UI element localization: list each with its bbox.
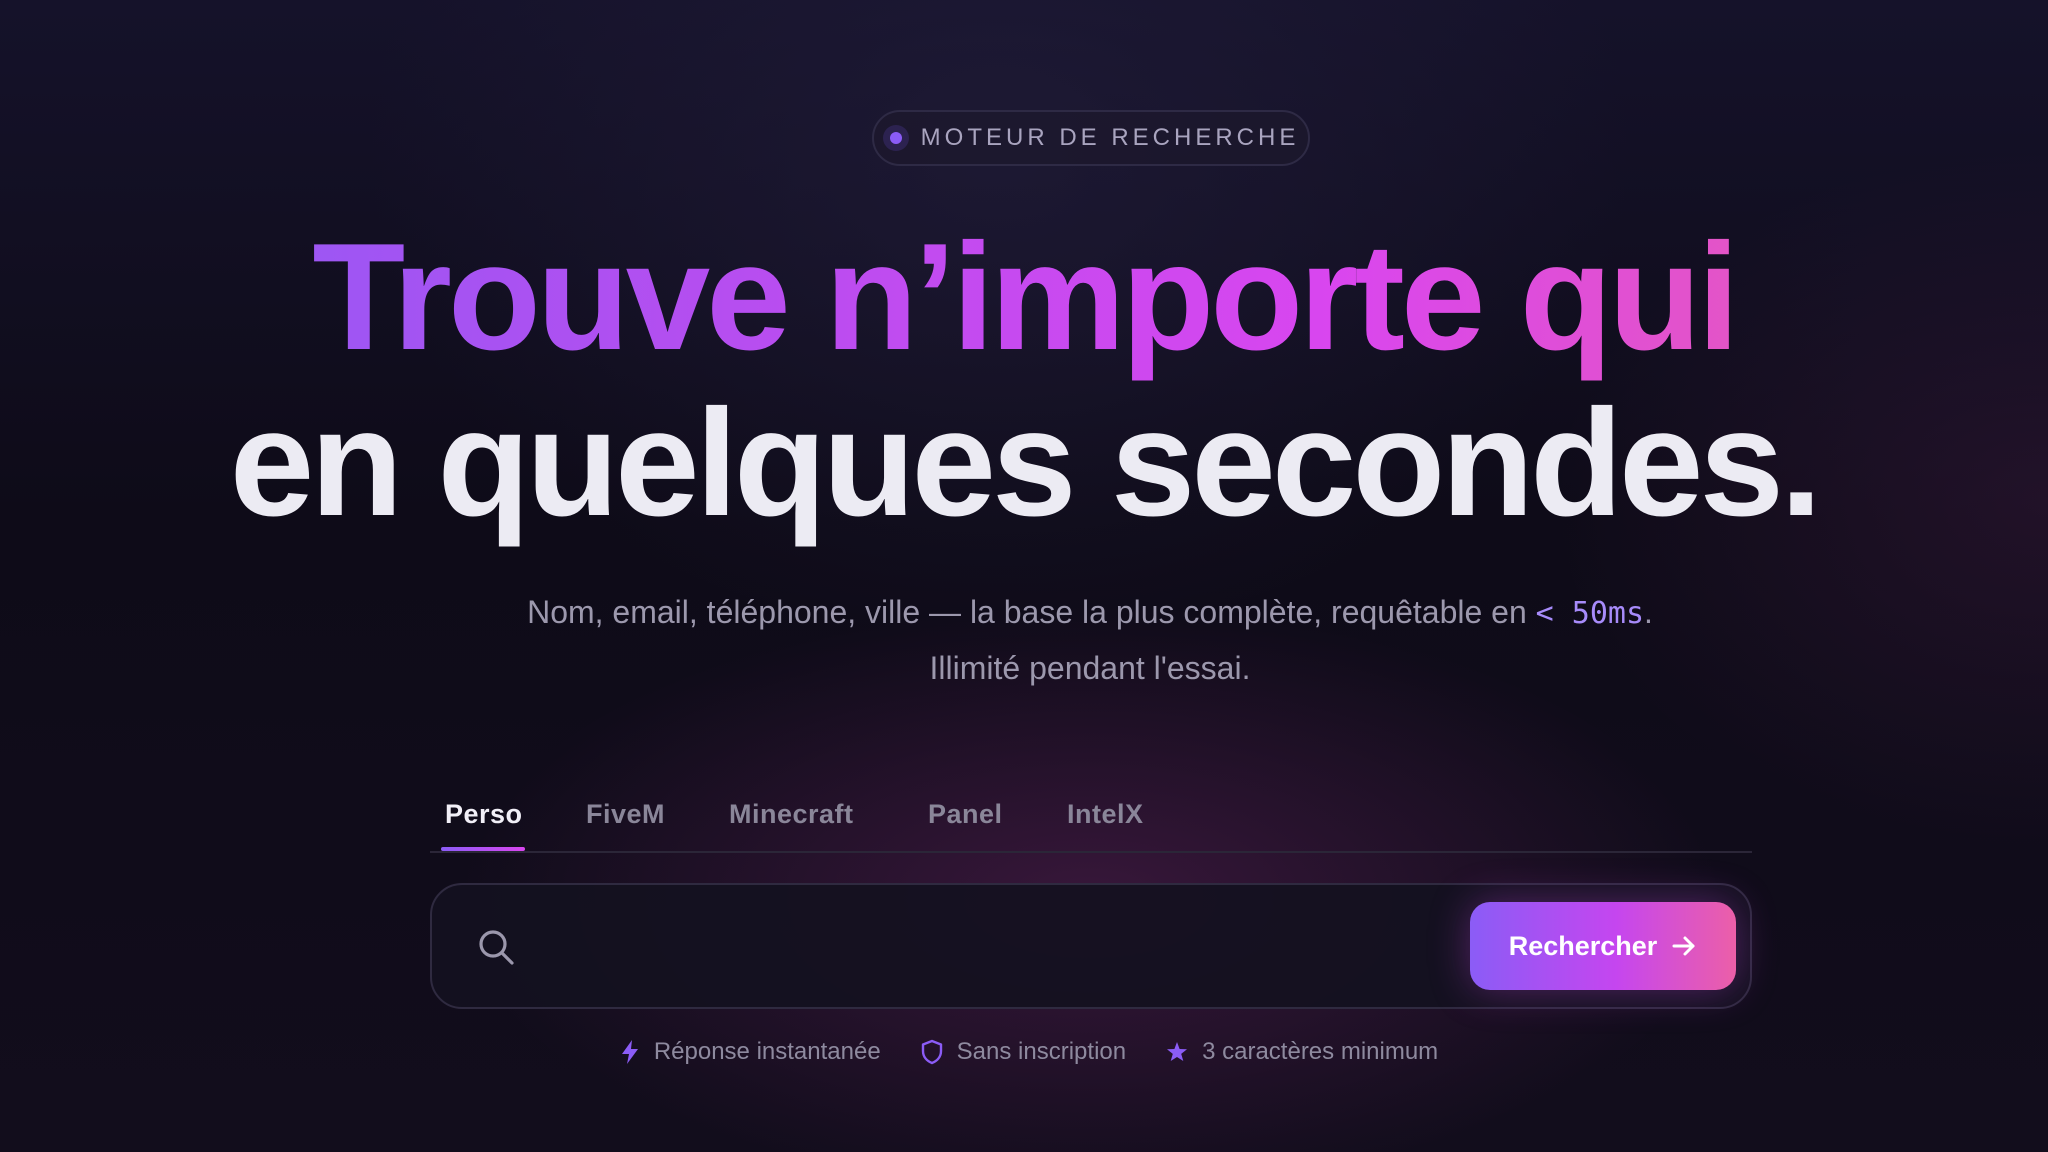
- search-bar: Rechercher: [430, 883, 1752, 1009]
- arrow-right-icon: [1672, 936, 1695, 956]
- headline-line-2: en quelques secondes.: [229, 378, 1823, 548]
- section-badge: MOTEUR DE RECHERCHE: [872, 110, 1310, 166]
- search-category-tabs: Perso FiveM Minecraft Panel IntelX: [430, 785, 1752, 853]
- feature-label: Sans inscription: [956, 1038, 1127, 1065]
- badge-label: MOTEUR DE RECHERCHE: [920, 124, 1300, 151]
- lightning-icon: [621, 1040, 638, 1064]
- status-dot-icon: [882, 125, 909, 151]
- subtitle: Nom, email, téléphone, ville — la base l…: [500, 585, 1680, 695]
- search-button-label: Rechercher: [1508, 930, 1658, 961]
- search-input[interactable]: [542, 913, 1422, 981]
- feature-list: Réponse instantanée Sans inscription 3 c…: [0, 1032, 2048, 1072]
- search-button[interactable]: Rechercher: [1470, 902, 1736, 990]
- tab-perso[interactable]: Perso: [445, 799, 523, 830]
- latency-highlight: < 50ms: [1535, 596, 1645, 631]
- feature-label: 3 caractères minimum: [1202, 1038, 1439, 1065]
- tab-intelx[interactable]: IntelX: [1067, 799, 1144, 830]
- star-icon: [1167, 1042, 1188, 1061]
- search-icon: [479, 930, 514, 965]
- feature-label: Réponse instantanée: [653, 1038, 881, 1065]
- landing-hero: MOTEUR DE RECHERCHE Trouve n’importe qui…: [0, 0, 2048, 1152]
- tab-panel[interactable]: Panel: [928, 799, 1003, 830]
- active-tab-indicator: [441, 847, 525, 851]
- subtitle-text: Nom, email, téléphone, ville — la base l…: [527, 594, 1536, 630]
- tab-minecraft[interactable]: Minecraft: [729, 799, 854, 830]
- feature-item: Sans inscription: [921, 1038, 1126, 1066]
- tab-fivem[interactable]: FiveM: [586, 799, 665, 830]
- feature-item: Réponse instantanée: [620, 1038, 881, 1066]
- feature-item: 3 caractères minimum: [1166, 1038, 1438, 1066]
- headline-line-1: Trouve n’importe qui: [0, 212, 2048, 382]
- shield-icon: [921, 1039, 942, 1065]
